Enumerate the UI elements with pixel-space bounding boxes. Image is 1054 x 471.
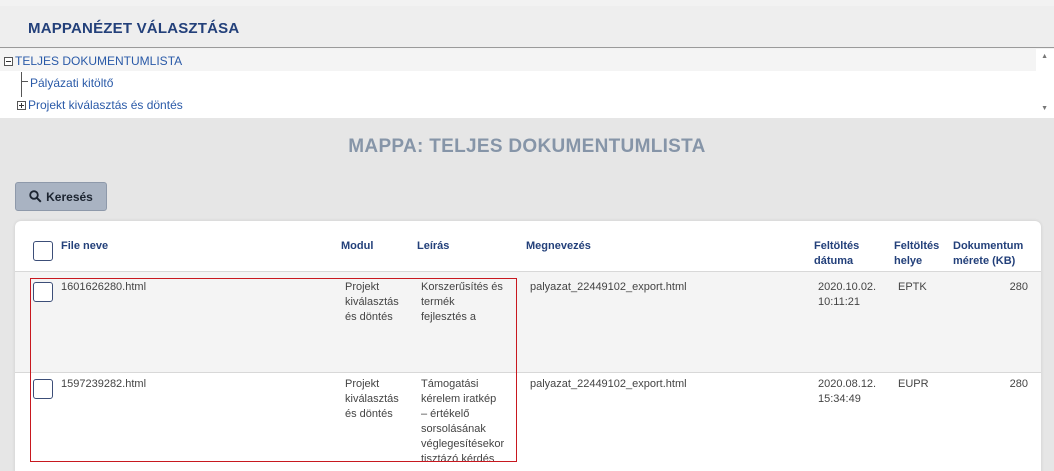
module-cell: Projekt kiválasztás és döntés — [345, 280, 399, 325]
tree-connector-branch — [21, 81, 28, 82]
cell-line: 2020.08.12. — [818, 378, 877, 390]
upload-place-cell: EPTK — [898, 281, 927, 293]
row-checkbox[interactable] — [33, 282, 53, 302]
cell-line: kérelem iratkép — [421, 393, 497, 405]
cell-line: Projekt — [345, 281, 380, 293]
scroll-up-icon[interactable]: ▲ — [1041, 53, 1048, 60]
cell-line: 15:34:49 — [818, 393, 861, 405]
size-cell: 280 — [1009, 378, 1028, 390]
tree-connector-line — [21, 72, 22, 97]
cell-line: sorsolásának — [421, 423, 486, 435]
tree-root-item[interactable]: TELJES DOKUMENTUMLISTA — [4, 53, 182, 69]
column-header-line: dátuma — [814, 255, 854, 267]
tree-item-label[interactable]: Pályázati kitöltő — [30, 76, 113, 90]
folder-view-panel: MAPPANÉZET VÁLASZTÁSA TELJES DOKUMENTUML… — [0, 0, 1054, 118]
column-header-line: mérete (KB) — [953, 255, 1016, 267]
document-name-cell: palyazat_22449102_export.html — [530, 281, 687, 293]
collapse-icon[interactable] — [4, 56, 13, 66]
cell-line: kiválasztás — [345, 296, 399, 308]
cell-line: kiválasztás — [345, 393, 399, 405]
column-header-line: Feltöltés — [814, 240, 860, 252]
upload-date-cell: 2020.08.12. 15:34:49 — [818, 377, 876, 407]
column-header-description[interactable]: Leírás — [417, 239, 449, 254]
table-row[interactable] — [15, 272, 1041, 372]
cell-line: termék — [421, 296, 455, 308]
column-header-upload-date[interactable]: Feltöltés dátuma — [814, 239, 859, 269]
file-name-cell[interactable]: 1597239282.html — [61, 377, 146, 392]
tree-item-projekt-kivalasztas[interactable]: Projekt kiválasztás és döntés — [17, 98, 183, 112]
column-header-upload-place[interactable]: Feltöltés helye — [894, 239, 939, 269]
scroll-down-icon[interactable]: ▼ — [1041, 105, 1048, 112]
row-separator — [15, 372, 1041, 373]
upload-date-cell: 2020.10.02. 10:11:21 — [818, 280, 876, 310]
column-header-size[interactable]: Dokumentum mérete (KB) — [953, 239, 1023, 269]
column-header-name[interactable]: Megnevezés — [526, 239, 591, 254]
document-name-cell: palyazat_22449102_export.html — [530, 378, 687, 390]
folder-view-header: MAPPANÉZET VÁLASZTÁSA — [0, 6, 1054, 48]
cell-line: véglegesítésekor — [421, 438, 505, 450]
cell-line: tisztázó kérdés — [421, 453, 495, 465]
description-cell: Korszerűsítés és termék fejlesztés a — [421, 280, 503, 325]
folder-tree: TELJES DOKUMENTUMLISTA Pályázati kitöltő… — [0, 49, 1054, 118]
module-cell: Projekt kiválasztás és döntés — [345, 377, 399, 422]
cell-line: Korszerűsítés és — [421, 281, 503, 293]
cell-line: és döntés — [345, 408, 393, 420]
column-header-line: Feltöltés — [894, 240, 940, 252]
cell-line: fejlesztés a — [421, 311, 477, 323]
column-header-line: helye — [894, 255, 923, 267]
cell-line: Projekt — [345, 378, 380, 390]
tree-item-label[interactable]: Projekt kiválasztás és döntés — [28, 98, 183, 112]
expand-icon[interactable] — [17, 100, 26, 110]
cell-line: 2020.10.02. — [818, 281, 877, 293]
cell-line: Támogatási — [421, 378, 479, 390]
file-name-cell[interactable]: 1601626280.html — [61, 280, 146, 295]
description-cell: Támogatási kérelem iratkép – értékelő so… — [421, 377, 504, 467]
tree-item-palyazati-kitolto[interactable]: Pályázati kitöltő — [30, 76, 113, 90]
column-header-file[interactable]: File neve — [61, 239, 108, 254]
size-cell: 280 — [1009, 281, 1028, 293]
column-header-module[interactable]: Modul — [341, 239, 373, 254]
upload-place-cell: EUPR — [898, 378, 929, 390]
select-all-checkbox[interactable] — [33, 241, 53, 261]
cell-line: – értékelő — [421, 408, 470, 420]
tree-root-label[interactable]: TELJES DOKUMENTUMLISTA — [15, 54, 182, 68]
cell-line: és döntés — [345, 311, 393, 323]
folder-view-title: MAPPANÉZET VÁLASZTÁSA — [28, 20, 240, 37]
search-button-label[interactable]: Keresés — [46, 190, 93, 204]
column-header-line: Dokumentum — [953, 240, 1024, 252]
row-checkbox[interactable] — [33, 379, 53, 399]
search-button[interactable]: Keresés — [15, 182, 107, 211]
cell-line: 10:11:21 — [818, 296, 861, 308]
page-title: MAPPA: TELJES DOKUMENTUMLISTA — [348, 136, 706, 157]
search-icon — [29, 190, 42, 203]
